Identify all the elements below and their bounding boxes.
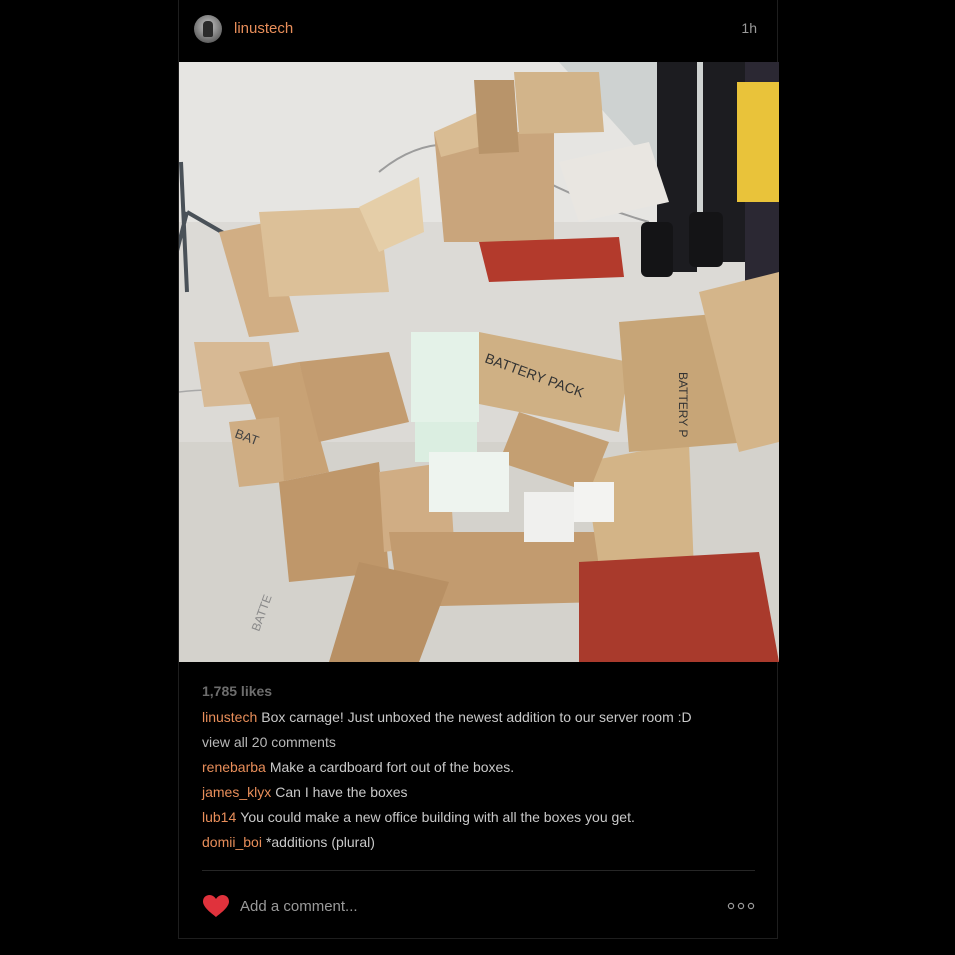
divider (202, 870, 755, 871)
comment-author[interactable]: renebarba (202, 759, 266, 775)
comment-author[interactable]: james_klyx (202, 784, 271, 800)
comment-text: *additions (plural) (265, 834, 375, 850)
heart-icon[interactable] (202, 894, 230, 918)
comment: renebarba Make a cardboard fort out of th… (202, 757, 755, 782)
more-options-icon[interactable] (727, 900, 755, 912)
comment-text: You could make a new office building wit… (240, 809, 635, 825)
view-all-comments-link[interactable]: view all 20 comments (202, 732, 755, 757)
caption-text: Box carnage! Just unboxed the newest add… (261, 709, 692, 725)
comment-text: Can I have the boxes (275, 784, 408, 800)
caption: linustech Box carnage! Just unboxed the n… (202, 707, 755, 732)
post-header: linustech 1h (179, 0, 777, 61)
comment-text: Make a cardboard fort out of the boxes. (269, 759, 515, 775)
post-author-link[interactable]: linustech (234, 20, 293, 37)
caption-author[interactable]: linustech (202, 709, 257, 725)
comment-footer (202, 890, 755, 920)
post-timestamp[interactable]: 1h (741, 20, 757, 36)
post-photo[interactable]: BATTERY PACK BATTERY P BAT BATTE (179, 62, 779, 662)
box-label-2: BATTERY P (676, 372, 690, 437)
likes-count[interactable]: 1,785 likes (202, 682, 755, 707)
post-body: 1,785 likes linustech Box carnage! Just u… (202, 682, 755, 857)
comment-author[interactable]: domii_boi (202, 834, 262, 850)
comment: domii_boi *additions (plural) (202, 832, 755, 857)
instagram-post: linustech 1h BATTERY PACK BATTERY P BAT … (178, 0, 779, 939)
comment-author[interactable]: lub14 (202, 809, 236, 825)
avatar[interactable] (194, 15, 222, 43)
comment: lub14 You could make a new office buildin… (202, 807, 755, 832)
add-comment-input[interactable] (240, 895, 680, 917)
comment: james_klyx Can I have the boxes (202, 782, 755, 807)
photo-illustration: BATTERY PACK BATTERY P BAT BATTE (179, 62, 779, 662)
